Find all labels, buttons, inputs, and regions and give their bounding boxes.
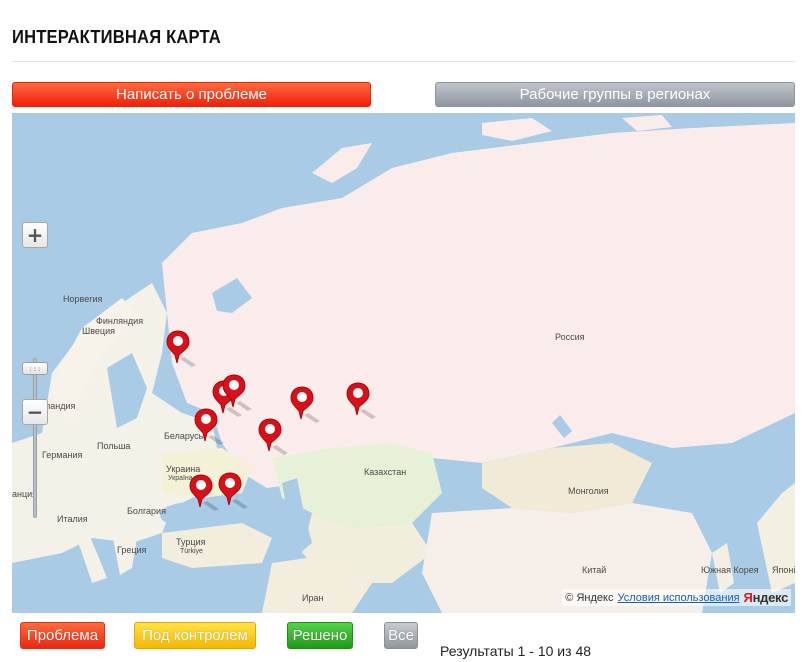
copyright-text: © Яндекс [565,591,614,604]
label-turkey-local: Türkiye [180,548,203,555]
map-marker-icon[interactable] [258,417,292,457]
label-russia: Россия [555,332,585,342]
map-marker-icon[interactable] [290,385,324,425]
title-divider [12,61,795,62]
page-title: ИНТЕРАКТИВНАЯ КАРТА [12,27,221,47]
label-kazakhstan: Казахстан [364,467,407,477]
label-bulgaria: Болгария [127,506,166,516]
terms-of-use-link[interactable]: Условия использования [617,592,739,604]
label-turkey: Турция [176,537,206,547]
zoom-out-button[interactable]: − [22,399,48,425]
zoom-in-button[interactable]: + [22,222,48,248]
map-marker-icon[interactable] [218,471,252,511]
label-italy: Италия [57,514,88,524]
interactive-map[interactable]: Россия Норвегия Финляндия Швеция ландия … [12,113,795,613]
filter-solved-button[interactable]: Решено [287,622,353,649]
regional-groups-button[interactable]: Рабочие группы в регионах [435,82,795,107]
filter-all-button[interactable]: Все [384,622,418,649]
map-land [12,115,795,613]
map-marker-icon[interactable] [166,329,200,369]
zoom-slider-track[interactable] [33,358,37,518]
label-china: Китай [582,565,607,575]
label-japan: Японі [772,565,795,575]
map-marker-icon[interactable] [346,381,380,421]
map-copyright: © Яндекс Условия использования Яндекс [562,589,791,606]
label-south-korea: Южная Корея [701,565,759,575]
label-norway: Норвегия [63,294,103,304]
label-poland: Польша [97,441,131,451]
results-counter: Результаты 1 - 10 из 48 [440,643,592,659]
label-germany: Германия [42,450,83,460]
label-greece: Греция [117,545,147,555]
label-mongolia: Монголия [568,486,609,496]
label-iran: Иран [302,593,324,603]
filter-under-control-button[interactable]: Под контролем [134,622,256,649]
label-landia: ландия [45,401,76,411]
label-sweden: Швеция [82,326,115,336]
report-problem-button[interactable]: Написать о проблеме [12,82,371,107]
filter-problem-button[interactable]: Проблема [20,622,105,649]
label-finland: Финляндия [96,316,144,326]
map-marker-icon[interactable] [222,373,256,413]
yandex-logo[interactable]: Яндекс [744,590,789,605]
zoom-slider-handle[interactable]: ::: [22,362,48,375]
